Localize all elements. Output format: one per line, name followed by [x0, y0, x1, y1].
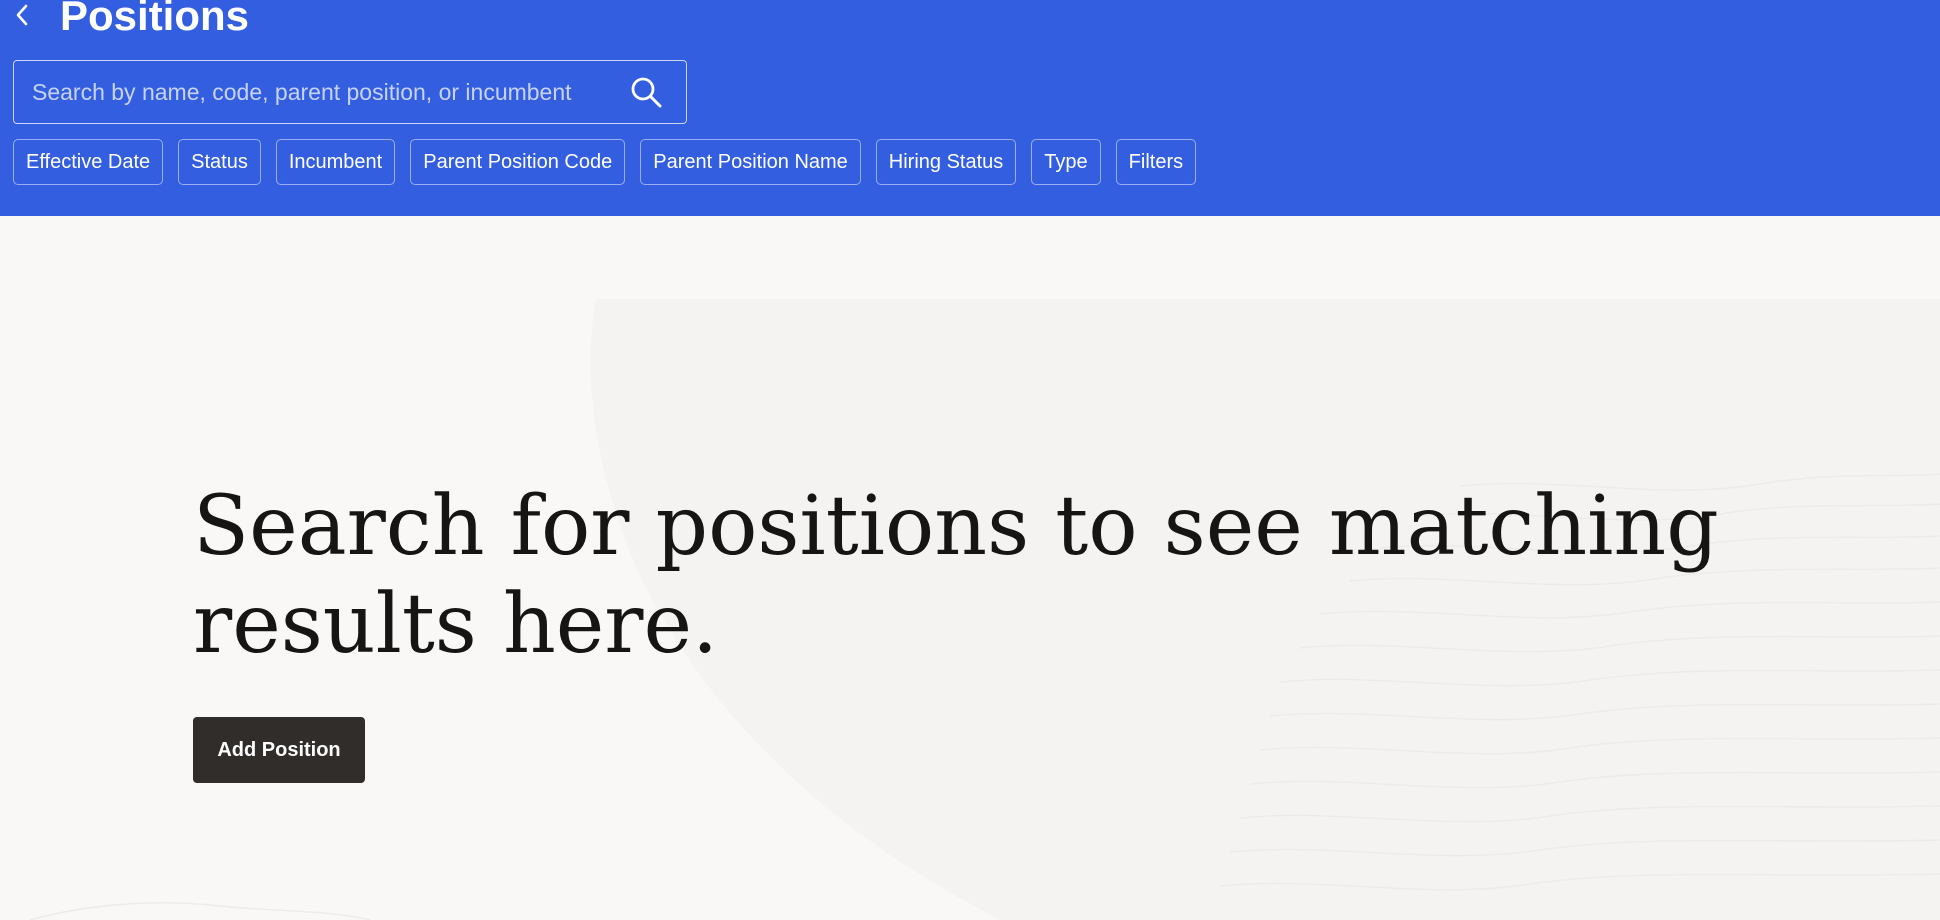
filter-parent-position-code[interactable]: Parent Position Code — [410, 139, 626, 185]
filter-status[interactable]: Status — [178, 139, 261, 185]
search-field — [13, 60, 687, 124]
search-button[interactable] — [606, 61, 686, 123]
filter-incumbent[interactable]: Incumbent — [275, 139, 396, 185]
search-input[interactable] — [14, 61, 606, 123]
filter-hiring-status[interactable]: Hiring Status — [875, 139, 1017, 185]
back-button[interactable] — [8, 0, 36, 30]
empty-state-message: Search for positions to see matching res… — [193, 479, 1719, 672]
filter-type[interactable]: Type — [1031, 139, 1101, 185]
filter-all-filters[interactable]: Filters — [1115, 139, 1197, 185]
filter-chips: Effective Date Status Incumbent Parent P… — [13, 139, 1197, 185]
empty-state-panel: Search for positions to see matching res… — [0, 216, 1940, 920]
page-title: Positions — [60, 0, 250, 39]
search-icon — [631, 77, 662, 108]
filter-parent-position-name[interactable]: Parent Position Name — [640, 139, 861, 185]
page-header: Positions Effective Date Status Incumben… — [0, 0, 1940, 216]
add-position-button[interactable]: Add Position — [193, 717, 365, 783]
chevron-left-icon — [16, 4, 28, 26]
filter-effective-date[interactable]: Effective Date — [13, 139, 164, 185]
